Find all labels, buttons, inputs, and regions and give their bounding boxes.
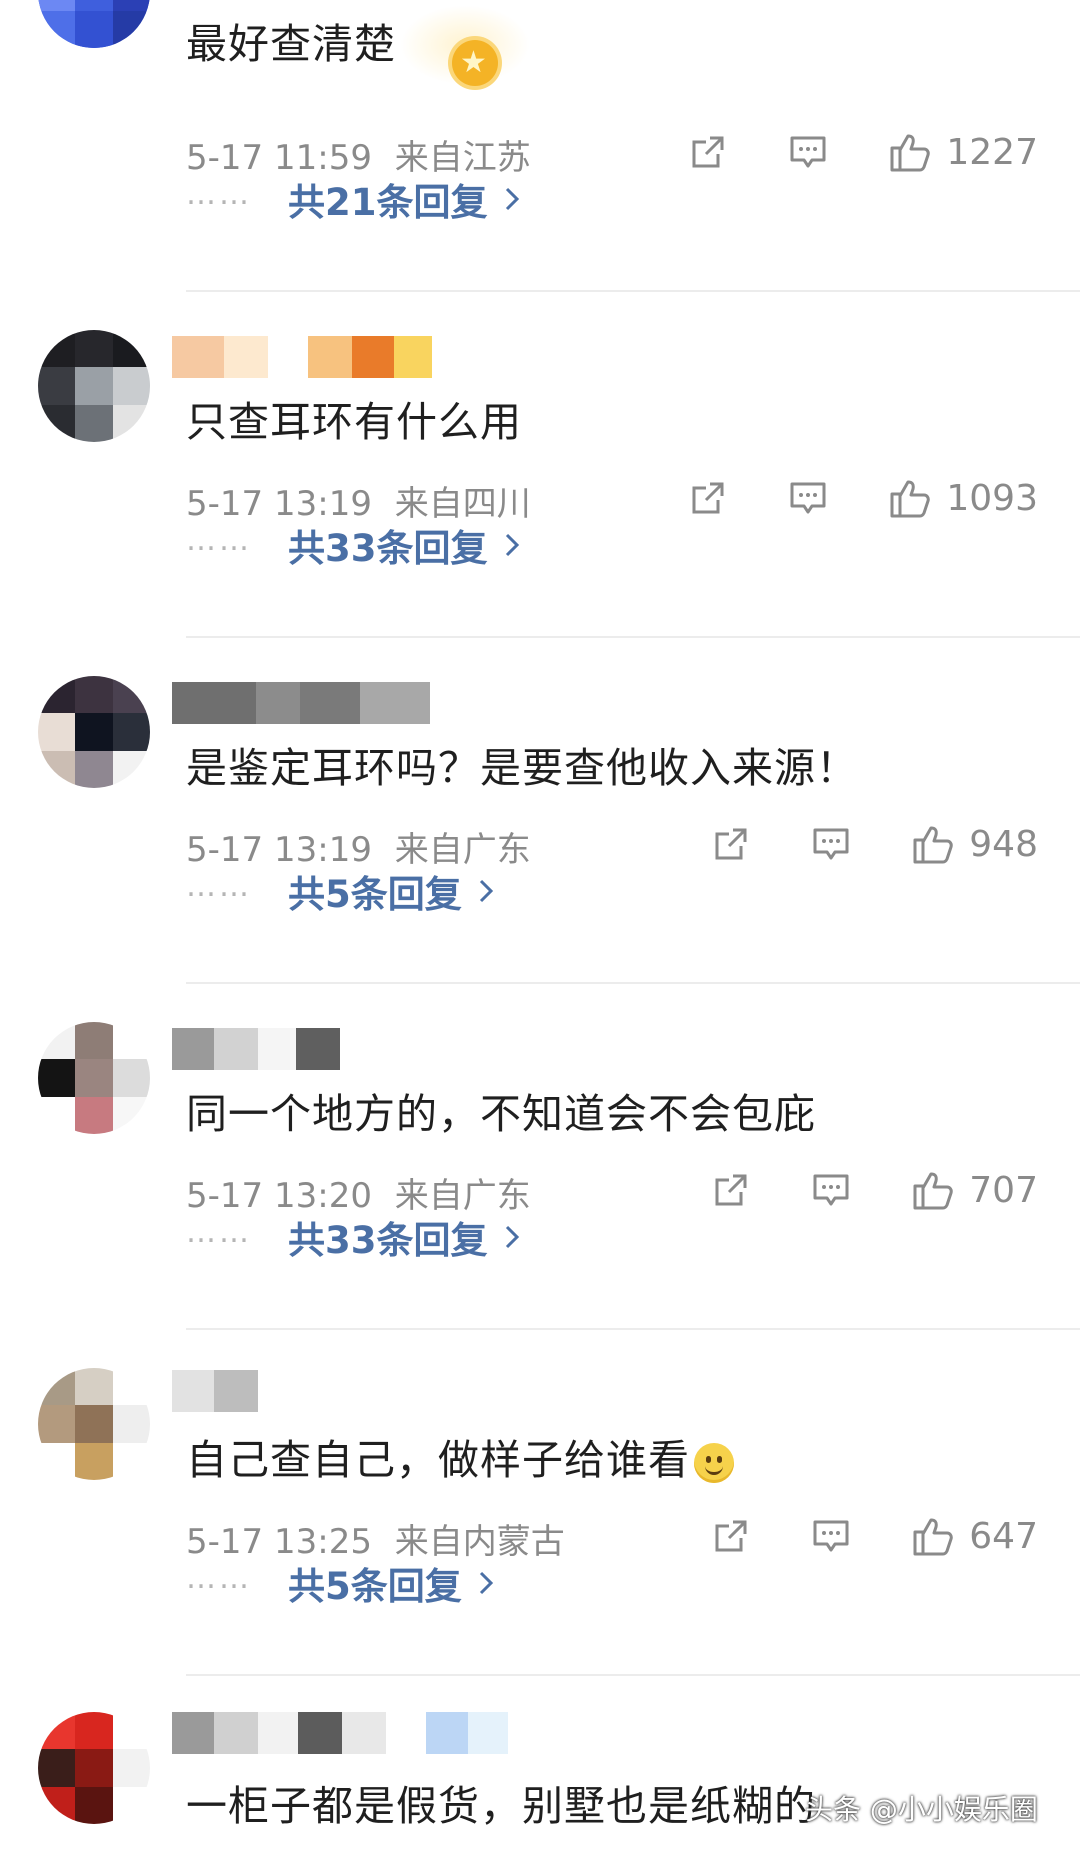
thumbs-up-icon (890, 134, 931, 172)
view-replies-link[interactable]: 共5条回复 (288, 864, 462, 918)
reply-prefix-dots: …… (186, 1214, 252, 1250)
share-button[interactable] (711, 1516, 751, 1556)
thumbs-up-icon (913, 1518, 954, 1556)
divider (186, 1674, 1080, 1676)
avatar[interactable] (38, 1712, 150, 1824)
comment-actions: 1093 (688, 470, 1038, 526)
reply-prefix-dots: …… (186, 1560, 252, 1596)
chevron-right-icon (479, 879, 493, 903)
like-button[interactable]: 1227 (888, 130, 1038, 174)
thumbs-up-icon (913, 826, 954, 864)
view-replies-link[interactable]: 共33条回复 (288, 1210, 488, 1264)
share-button[interactable] (711, 824, 751, 864)
divider (186, 982, 1080, 984)
avatar[interactable] (38, 0, 150, 48)
replies-row[interactable]: …… 共33条回复 (186, 1210, 520, 1264)
replies-row[interactable]: …… 共5条回复 (186, 1556, 494, 1610)
comment-icon (790, 482, 826, 514)
view-replies-link[interactable]: 共5条回复 (288, 1556, 462, 1610)
comment-text: 同一个地方的，不知道会不会包庇 (186, 1090, 816, 1138)
comment-button[interactable] (811, 1170, 851, 1210)
view-replies-link[interactable]: 共21条回复 (288, 172, 488, 226)
comment-text: 只查耳环有什么用 (186, 398, 522, 446)
share-button[interactable] (688, 478, 728, 518)
chevron-right-icon (505, 187, 519, 211)
share-button[interactable] (711, 1170, 751, 1210)
reply-prefix-dots: …… (186, 868, 252, 904)
comment-icon (790, 136, 826, 168)
chevron-right-icon (505, 1225, 519, 1249)
comment-text: 最好查清楚 (186, 20, 396, 68)
comment-button[interactable] (788, 478, 828, 518)
divider (186, 290, 1080, 292)
avatar[interactable] (38, 330, 150, 442)
reply-prefix-dots: …… (186, 176, 252, 212)
chevron-right-icon (505, 533, 519, 557)
share-icon (715, 828, 747, 860)
comment-text: 是鉴定耳环吗？是要查他收入来源！ (186, 744, 858, 792)
chevron-right-icon (479, 1571, 493, 1595)
comment-button[interactable] (788, 132, 828, 172)
comment-text: 一柜子都是假货，别墅也是纸糊的 (186, 1782, 816, 1830)
thumbs-up-icon (913, 1172, 954, 1210)
share-icon (692, 482, 724, 514)
like-button[interactable]: 647 (911, 1514, 1038, 1558)
star-icon: ★ (460, 45, 487, 80)
share-icon (715, 1520, 747, 1552)
like-count: 1227 (946, 131, 1038, 173)
like-count: 1093 (946, 477, 1038, 519)
avatar[interactable] (38, 676, 150, 788)
like-count: 647 (969, 1515, 1038, 1557)
view-replies-link[interactable]: 共33条回复 (288, 518, 488, 572)
replies-row[interactable]: …… 共33条回复 (186, 518, 520, 572)
like-button[interactable]: 1093 (888, 476, 1038, 520)
reply-prefix-dots: …… (186, 522, 252, 558)
divider (186, 1328, 1080, 1330)
comment-icon (813, 1520, 849, 1552)
comment-actions: 647 (711, 1508, 1038, 1564)
like-button[interactable]: 707 (911, 1168, 1038, 1212)
replies-row[interactable]: …… 共5条回复 (186, 864, 494, 918)
like-count: 707 (969, 1169, 1038, 1211)
comment-actions: 948 (711, 816, 1038, 872)
like-button[interactable]: 948 (911, 822, 1038, 866)
comment-actions: 707 (711, 1162, 1038, 1218)
username-blurred[interactable] (172, 1028, 472, 1070)
like-count: 948 (969, 823, 1038, 865)
share-icon (715, 1174, 747, 1206)
avatar[interactable] (38, 1368, 150, 1480)
divider (186, 636, 1080, 638)
smile-emoji-icon (694, 1443, 734, 1483)
thumbs-up-icon (890, 480, 931, 518)
comment-button[interactable] (811, 1516, 851, 1556)
comment-text-content: 自己查自己，做样子给谁看 (186, 1436, 690, 1484)
replies-row[interactable]: …… 共21条回复 (186, 172, 520, 226)
username-blurred[interactable] (172, 682, 472, 724)
username-blurred[interactable] (172, 1712, 532, 1754)
share-button[interactable] (688, 132, 728, 172)
comment-icon (813, 1174, 849, 1206)
avatar[interactable] (38, 1022, 150, 1134)
username-blurred[interactable] (172, 1370, 472, 1412)
comment-button[interactable] (811, 824, 851, 864)
comment-icon (813, 828, 849, 860)
comment-text: 自己查自己，做样子给谁看 (186, 1426, 734, 1486)
watermark: 头条 @小小娱乐圈 (805, 1793, 1038, 1826)
username-blurred[interactable] (172, 336, 472, 378)
share-icon (692, 136, 724, 168)
comment-actions: 1227 (688, 124, 1038, 180)
